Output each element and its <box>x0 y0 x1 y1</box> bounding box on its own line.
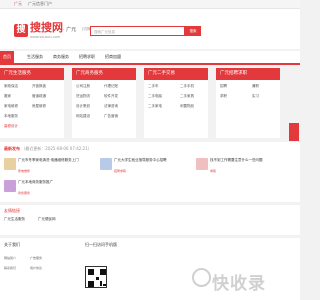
category-life: 广元生活服务 家政保洁 开锁换锁 搬家 管道疏通 家电维修 房屋维修 本地服务 … <box>0 68 64 138</box>
current-city: · 广元 <box>63 27 77 33</box>
footer-qr-title: 扫一扫访问手机版 <box>85 242 117 247</box>
news-item-tag: 求职 <box>210 169 217 173</box>
friend-links-title: 友情链接 <box>4 208 20 213</box>
latest-news: 最新发布 （最近更新：2025-08-06 07:42:21） 广元市冬季家电清… <box>0 142 300 202</box>
news-item-tag: 商务服务 <box>18 191 31 195</box>
category-link[interactable]: 招聘 <box>220 84 227 89</box>
category-link[interactable]: 开锁换锁 <box>32 84 46 89</box>
category-title[interactable]: 广元商务服务 <box>72 68 136 80</box>
category-link[interactable]: 公司注册 <box>76 84 90 89</box>
watermark-text: 快收录 <box>212 274 266 294</box>
category-link[interactable]: 法律咨询 <box>104 104 118 109</box>
category-section: 广元生活服务 家政保洁 开锁换锁 搬家 管道疏通 家电维修 房屋维修 本地服务 … <box>0 68 300 138</box>
footer-link[interactable]: 联系我们 <box>4 266 16 270</box>
logo-icon[interactable]: 搜 <box>14 24 28 37</box>
category-link[interactable]: 货运物流 <box>76 94 90 99</box>
category-link[interactable]: 兼职 <box>252 84 259 89</box>
news-item-title[interactable]: 广元大学生就业指导服务中心招聘 <box>114 158 186 163</box>
footer-about-title: 关于我们 <box>4 242 20 247</box>
category-link[interactable]: 二手车 <box>148 84 159 89</box>
category-link[interactable]: 二手家具 <box>180 94 194 99</box>
category-link[interactable]: 家政保洁 <box>4 84 18 89</box>
qr-code-icon <box>85 266 107 288</box>
category-jobs: 广元招聘求职 招聘 兼职 求职 实习 <box>216 68 280 138</box>
category-link[interactable]: 求职 <box>220 94 227 99</box>
news-thumbnail <box>4 180 16 192</box>
category-title[interactable]: 广元生活服务 <box>0 68 64 80</box>
news-item[interactable]: 广元大学生就业指导服务中心招聘 招聘求职 <box>100 158 186 176</box>
category-link[interactable]: 实习 <box>252 94 259 99</box>
nav-business-services[interactable]: 商务服务 <box>50 51 72 63</box>
friend-link[interactable]: 广元便民网 <box>38 217 56 222</box>
friend-links: 友情链接 广元生活服务 广元便民网 <box>0 205 300 235</box>
category-link[interactable]: 家电维修 <box>4 104 18 109</box>
main-nav: 首页 生活服务 商务服务 招聘求职 招商加盟 <box>0 51 300 65</box>
category-title[interactable]: 广元二手交易 <box>144 68 208 80</box>
category-link[interactable]: 广告营销 <box>104 114 118 119</box>
category-business: 广元商务服务 公司注册 代理记账 货运物流 软件开发 设计策划 法律咨询 网站建… <box>72 68 136 138</box>
site-url: www.sousou.com <box>30 35 61 39</box>
category-link[interactable]: 管道疏通 <box>32 94 46 99</box>
news-item-tag: 家电维修 <box>18 169 31 173</box>
top-city[interactable]: 广元 <box>14 0 22 8</box>
site-logo[interactable]: 搜搜网 <box>30 22 63 34</box>
footer-link[interactable]: 网站简介 <box>4 256 16 260</box>
category-link[interactable]: 闲置物品 <box>180 104 194 109</box>
watermark-logo-icon <box>192 268 211 287</box>
friend-link[interactable]: 广元生活服务 <box>4 217 25 222</box>
footer-link[interactable]: 广告服务 <box>30 256 42 260</box>
news-updated: （最近更新：2025-08-06 07:42:21） <box>21 146 92 151</box>
header: 搜 搜搜网 www.sousou.com · 广元 [切换] 搜索广元信息 搜索 <box>0 9 300 49</box>
nav-jobs[interactable]: 招聘求职 <box>76 51 98 63</box>
category-link[interactable]: 搬家 <box>4 94 11 99</box>
category-link[interactable]: 二手手机 <box>180 84 194 89</box>
float-service-button[interactable] <box>289 123 299 141</box>
search-input[interactable]: 搜索广元信息 <box>90 26 185 36</box>
search-button[interactable]: 搜索 <box>185 26 201 36</box>
category-link[interactable]: 代理记账 <box>104 84 118 89</box>
news-item-title[interactable]: 广元市冬季家电清洗·电器维修服务上门 <box>18 158 90 163</box>
news-item-tag: 招聘求职 <box>114 169 127 173</box>
nav-home[interactable]: 首页 <box>0 51 14 63</box>
category-link[interactable]: 装修设计 <box>4 124 18 129</box>
news-thumbnail <box>196 158 208 170</box>
news-item-title[interactable]: 找不到工作需要注意什么一些问题 <box>210 158 282 163</box>
news-thumbnail <box>4 158 16 170</box>
top-portal-link[interactable]: 广元信息门户 <box>28 0 52 8</box>
news-item[interactable]: 找不到工作需要注意什么一些问题 求职 <box>196 158 282 176</box>
top-bar: 广元 广元信息门户 <box>0 0 300 9</box>
category-title[interactable]: 广元招聘求职 <box>216 68 280 80</box>
category-link[interactable]: 本地服务 <box>4 114 18 119</box>
nav-franchise[interactable]: 招商加盟 <box>102 51 124 63</box>
category-link[interactable]: 网站建设 <box>76 114 90 119</box>
category-link[interactable]: 二手电脑 <box>148 94 162 99</box>
news-title: 最新发布 <box>4 146 20 151</box>
news-item[interactable]: 广元市冬季家电清洗·电器维修服务上门 家电维修 <box>4 158 90 176</box>
category-secondhand: 广元二手交易 二手车 二手手机 二手电脑 二手家具 二手家电 闲置物品 <box>144 68 208 138</box>
news-heading: 最新发布 （最近更新：2025-08-06 07:42:21） <box>4 146 92 152</box>
news-thumbnail <box>100 158 112 170</box>
news-item[interactable]: 广元本地商务服务推广 商务服务 <box>4 180 90 198</box>
category-link[interactable]: 软件开发 <box>104 94 118 99</box>
footer-link[interactable]: 用户协议 <box>30 266 42 270</box>
category-link[interactable]: 二手家电 <box>148 104 162 109</box>
category-link[interactable]: 设计策划 <box>76 104 90 109</box>
nav-life-services[interactable]: 生活服务 <box>24 51 46 63</box>
category-link[interactable]: 房屋维修 <box>32 104 46 109</box>
news-item-title[interactable]: 广元本地商务服务推广 <box>18 180 90 185</box>
